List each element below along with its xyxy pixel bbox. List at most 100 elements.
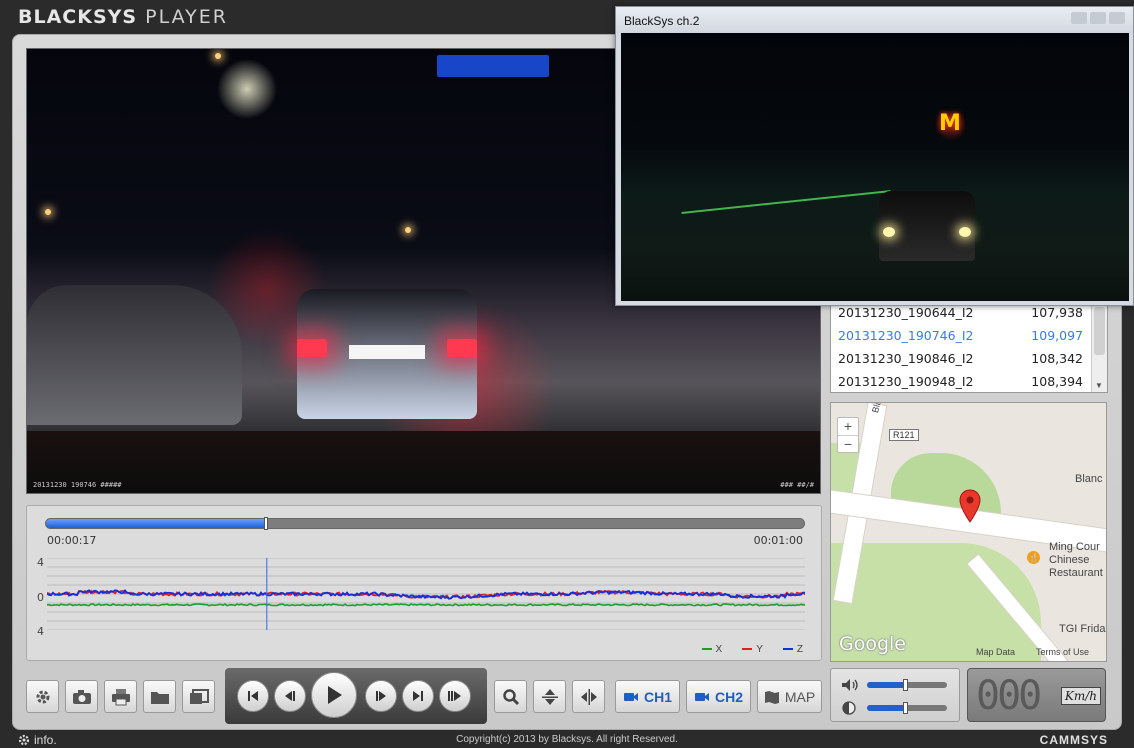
- license-plate: [349, 345, 425, 359]
- file-size: 108,394: [1031, 374, 1083, 389]
- ch2-window-title: BlackSys ch.2: [616, 7, 1133, 33]
- file-list: 20131230_190644_I2 107,938 20131230_190746…: [830, 300, 1108, 393]
- window-icon: [189, 688, 209, 704]
- fast-forward-icon: [448, 691, 461, 701]
- settings-button[interactable]: [26, 680, 59, 713]
- maximize-button[interactable]: [1090, 12, 1106, 24]
- scroll-down-icon[interactable]: ▼: [1095, 381, 1103, 390]
- g-sensor-chart[interactable]: [47, 558, 805, 630]
- previous-file-button[interactable]: [237, 680, 269, 712]
- camera-icon: [72, 689, 91, 704]
- open-folder-button[interactable]: [143, 680, 176, 713]
- file-list-scrollbar[interactable]: ▼: [1091, 301, 1107, 392]
- copyright-text: Copyright(c) 2013 by Blacksys. All right…: [456, 734, 678, 745]
- video-ch2[interactable]: M: [621, 33, 1129, 301]
- headlight: [959, 227, 971, 237]
- capture-button[interactable]: [65, 680, 98, 713]
- ch1-label: CH1: [643, 688, 672, 705]
- file-list-rows: 20131230_190644_I2 107,938 20131230_190746…: [831, 301, 1091, 393]
- place-label-line: Ming Cour: [1049, 541, 1100, 553]
- file-row[interactable]: 20131230_190746_I2 109,097: [831, 324, 1091, 347]
- frame-back-icon: [285, 691, 295, 701]
- place-label: Blanc: [1075, 473, 1103, 485]
- magnifier-icon: [502, 688, 519, 705]
- file-name: 20131230_190746_I2: [838, 328, 974, 343]
- file-row[interactable]: 20131230_190846_I2 108,342: [831, 347, 1091, 370]
- progress-handle[interactable]: [263, 517, 268, 530]
- file-size: 108,342: [1031, 351, 1083, 366]
- window-button[interactable]: [182, 680, 215, 713]
- map-label: MAP: [784, 688, 816, 705]
- brightness-handle[interactable]: [903, 702, 909, 714]
- restaurant-sign: M: [939, 111, 961, 136]
- place-label: Ming Cour Chinese Restaurant: [1049, 541, 1103, 580]
- play-icon: [328, 686, 342, 704]
- file-row[interactable]: 20131230_190948_I2 108,394: [831, 370, 1091, 393]
- tail-light: [447, 339, 477, 357]
- brightness-icon: [842, 701, 856, 715]
- street-light: [215, 53, 221, 59]
- playback-progress-bar[interactable]: [45, 517, 805, 530]
- place-label-line: Restaurant: [1049, 567, 1103, 579]
- zoom-in-button[interactable]: +: [838, 418, 858, 435]
- legend-label: Y: [756, 644, 763, 655]
- video-camera-icon: [623, 692, 638, 701]
- frame-forward-icon: [376, 691, 386, 701]
- street-light: [405, 227, 411, 233]
- legend-swatch: [782, 648, 793, 651]
- video-speed-stamp: ### ##/#: [780, 481, 814, 489]
- flip-vertical-button[interactable]: [533, 680, 566, 713]
- current-time: 00:00:17: [47, 534, 97, 547]
- flip-vertical-icon: [541, 688, 558, 705]
- chart-legend: X Y Z: [701, 644, 803, 655]
- scroll-thumb[interactable]: [1094, 307, 1105, 355]
- legend-item-z: Z: [782, 644, 803, 655]
- rear-car: [879, 191, 975, 261]
- legend-swatch: [701, 648, 712, 651]
- volume-handle[interactable]: [903, 679, 909, 691]
- fast-forward-button[interactable]: [439, 680, 471, 712]
- series-line-x: [47, 603, 805, 607]
- map-panel[interactable]: + − R121 Blanchardstown Blanc Ming Cour …: [830, 402, 1107, 662]
- video-timestamp: 20131230 190746 #####: [33, 481, 122, 489]
- map-button[interactable]: MAP: [757, 680, 822, 713]
- next-file-button[interactable]: [402, 680, 434, 712]
- speaker-icon: [842, 679, 858, 691]
- speed-unit: Km/h: [1060, 687, 1101, 705]
- transport-controls: [225, 668, 487, 724]
- route-label: R121: [889, 429, 919, 441]
- brightness-level: [867, 705, 906, 711]
- print-button[interactable]: [104, 680, 137, 713]
- map-data-link[interactable]: Map Data: [976, 647, 1015, 657]
- video-camera-icon: [694, 692, 709, 701]
- ch2-window[interactable]: BlackSys ch.2 M: [615, 6, 1134, 306]
- legend-swatch: [742, 648, 753, 651]
- play-button[interactable]: [311, 672, 357, 718]
- dashboard: [27, 431, 820, 493]
- y-tick-label: 0: [37, 591, 44, 604]
- flip-horizontal-button[interactable]: [572, 680, 605, 713]
- zoom-button[interactable]: [494, 680, 527, 713]
- file-name: 20131230_190644_I2: [838, 305, 974, 320]
- step-back-button[interactable]: [274, 680, 306, 712]
- ch2-label: CH2: [714, 688, 743, 705]
- map-zoom-control: + −: [837, 417, 859, 453]
- file-size: 109,097: [1031, 328, 1083, 343]
- ch2-window-controls: [1071, 12, 1125, 24]
- map-icon: [764, 690, 779, 704]
- ch1-button[interactable]: CH1: [615, 680, 680, 713]
- close-button[interactable]: [1109, 12, 1125, 24]
- volume-slider[interactable]: [867, 679, 947, 691]
- location-pin-icon: [959, 489, 981, 528]
- zoom-out-button[interactable]: −: [838, 435, 858, 452]
- ch2-button[interactable]: CH2: [686, 680, 751, 713]
- speed-value: 000: [976, 673, 1042, 719]
- step-forward-button[interactable]: [365, 680, 397, 712]
- street-light: [45, 209, 51, 215]
- parked-car: [27, 285, 242, 425]
- y-tick-label: 4: [37, 625, 44, 638]
- brightness-slider[interactable]: [867, 702, 947, 714]
- minimize-button[interactable]: [1071, 12, 1087, 24]
- video-glare: [437, 55, 549, 77]
- terms-of-use-link[interactable]: Terms of Use: [1036, 647, 1089, 657]
